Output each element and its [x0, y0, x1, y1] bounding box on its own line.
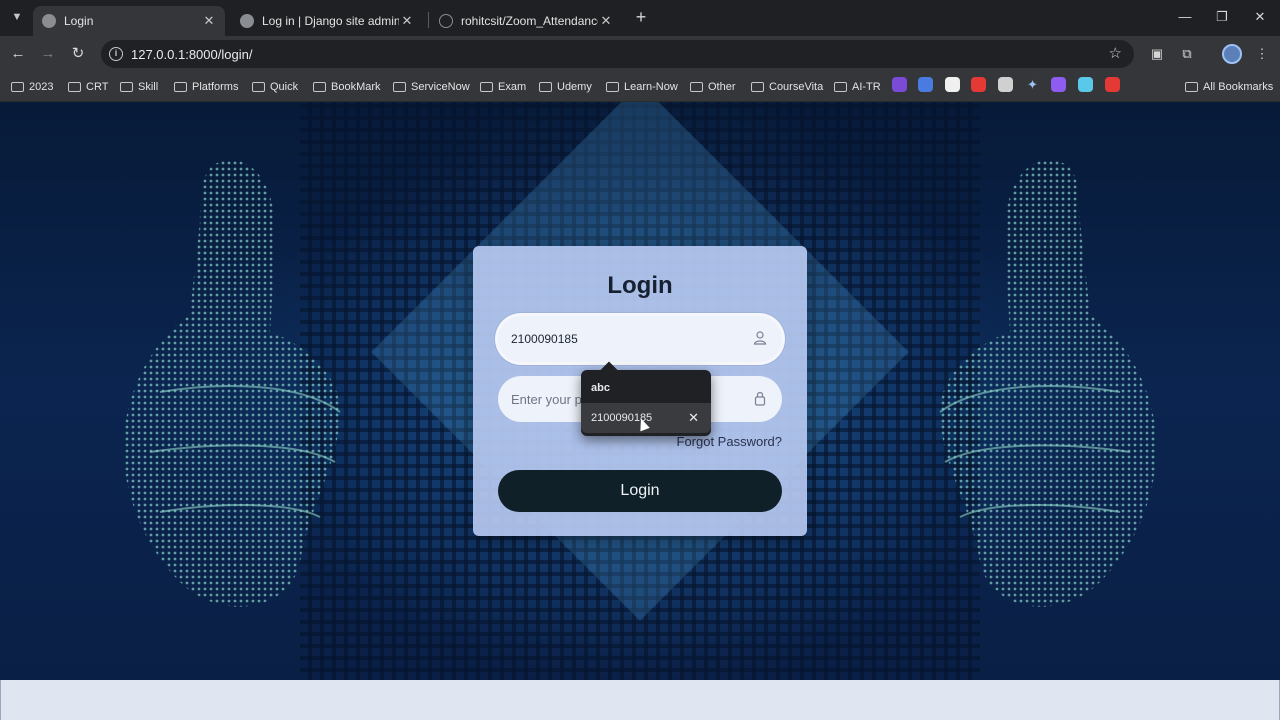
youtube-bookmark-icon[interactable] — [971, 77, 986, 92]
profile-avatar[interactable] — [1222, 44, 1242, 64]
folder-icon — [313, 82, 326, 92]
bookmark-folder[interactable]: 2023 — [11, 79, 53, 95]
extensions-icon[interactable]: ⧉ — [1178, 45, 1196, 63]
folder-icon — [539, 82, 552, 92]
openai-bookmark-icon[interactable] — [998, 77, 1013, 92]
lock-icon — [754, 392, 766, 406]
tab-title: Log in | Django site admin — [262, 14, 399, 28]
folder-icon — [480, 82, 493, 92]
right-hand-graphic — [920, 142, 1180, 642]
folder-icon — [690, 82, 703, 92]
bookmark-folder[interactable]: CourseVita — [751, 79, 823, 95]
tab-github-repo[interactable]: rohitcsit/Zoom_Attendance_Tra ✕ — [430, 6, 622, 36]
bookmark-label: Platforms — [192, 81, 239, 93]
bookmark-folder[interactable]: Skill — [120, 79, 158, 95]
delete-entry-icon[interactable]: ✕ — [688, 403, 699, 433]
bookmark-label: 2023 — [29, 81, 54, 93]
bookmark-label: CRT — [86, 81, 109, 93]
tab-divider — [428, 12, 429, 28]
username-value: 2100090185 — [511, 332, 578, 346]
tab-strip: ▼ Login ✕ Log in | Django site admin ✕ r… — [0, 0, 1280, 36]
folder-icon — [751, 82, 764, 92]
extension-bookmark-icon[interactable] — [892, 77, 907, 92]
bolt-bookmark-icon[interactable] — [1051, 77, 1066, 92]
bookmark-label: Quick — [270, 81, 299, 93]
folder-icon — [834, 82, 847, 92]
sidepanel-icon[interactable]: ▣ — [1148, 45, 1166, 63]
bookmark-folder[interactable]: CRT — [68, 79, 108, 95]
bookmark-label: Exam — [498, 81, 527, 93]
bookmark-label: Udemy — [557, 81, 592, 93]
forward-icon[interactable]: → — [38, 44, 58, 64]
bookmark-folder[interactable]: Platforms — [174, 79, 238, 95]
gemini-bookmark-icon[interactable]: ✦ — [1025, 77, 1040, 92]
autofill-option[interactable]: abc — [581, 373, 711, 403]
left-hand-graphic — [100, 142, 360, 642]
tab-django-admin[interactable]: Log in | Django site admin ✕ — [231, 6, 423, 36]
close-tab-icon[interactable]: ✕ — [201, 13, 217, 29]
close-tab-icon[interactable]: ✕ — [598, 13, 614, 29]
folder-icon — [174, 82, 187, 92]
red-bookmark-icon[interactable] — [1105, 77, 1120, 92]
all-bookmarks-folder[interactable]: All Bookmarks — [1185, 79, 1273, 95]
bookmark-folder[interactable]: Exam — [480, 79, 526, 95]
user-icon — [753, 331, 767, 345]
folder-icon — [393, 82, 406, 92]
globe-icon — [42, 14, 56, 28]
bookmark-folder[interactable]: Quick — [252, 79, 298, 95]
bottom-strip — [0, 680, 1280, 720]
globe-icon — [240, 14, 254, 28]
restore-icon[interactable]: ❐ — [1211, 9, 1233, 27]
folder-icon — [1185, 82, 1198, 92]
close-window-icon[interactable]: ✕ — [1249, 9, 1271, 27]
username-field[interactable]: 2100090185 — [498, 316, 782, 362]
bookmark-label: AI-TR — [852, 81, 881, 93]
forgot-password-link[interactable]: Forgot Password? — [677, 434, 783, 449]
bookmark-folder[interactable]: AI-TR — [834, 79, 881, 95]
new-tab-icon[interactable]: + — [632, 8, 650, 26]
folder-icon — [68, 82, 81, 92]
folder-icon — [120, 82, 133, 92]
translate-bookmark-icon[interactable] — [918, 77, 933, 92]
bookmark-star-icon[interactable]: ☆ — [1109, 44, 1122, 62]
url-text: 127.0.0.1:8000/login/ — [131, 47, 253, 62]
back-icon[interactable]: ← — [8, 44, 28, 64]
github-icon — [439, 14, 453, 28]
edge-bookmark-icon[interactable] — [1078, 77, 1093, 92]
address-bar[interactable]: i 127.0.0.1:8000/login/ ☆ — [101, 40, 1134, 68]
close-tab-icon[interactable]: ✕ — [399, 13, 415, 29]
bookmark-folder[interactable]: Learn-Now — [606, 79, 678, 95]
bookmark-label: BookMark — [331, 81, 381, 93]
bookmark-label: Skill — [138, 81, 159, 93]
bookmark-folder[interactable]: ServiceNow — [393, 79, 470, 95]
bookmark-label: Other — [708, 81, 736, 93]
tab-login[interactable]: Login ✕ — [33, 6, 225, 36]
chatgpt-bookmark-icon[interactable] — [945, 77, 960, 92]
reload-icon[interactable]: ↻ — [68, 44, 88, 64]
folder-icon — [11, 82, 24, 92]
password-placeholder: Enter your p — [511, 392, 582, 407]
bookmark-label: Learn-Now — [624, 81, 678, 93]
site-info-icon[interactable]: i — [109, 47, 123, 61]
login-title: Login — [607, 272, 673, 299]
bookmark-label: All Bookmarks — [1203, 81, 1274, 93]
login-button[interactable]: Login — [498, 470, 782, 512]
browser-toolbar: ← → ↻ i 127.0.0.1:8000/login/ ☆ ▣ ⧉ ⋮ — [0, 36, 1280, 72]
folder-icon — [606, 82, 619, 92]
bookmark-label: CourseVita — [769, 81, 824, 93]
tab-title: rohitcsit/Zoom_Attendance_Tra — [461, 14, 598, 28]
menu-icon[interactable]: ⋮ — [1253, 45, 1271, 63]
bookmark-folder[interactable]: Udemy — [539, 79, 592, 95]
tab-search-icon[interactable]: ▼ — [7, 7, 27, 27]
bookmark-label: ServiceNow — [411, 81, 470, 93]
bookmark-folder[interactable]: Other — [690, 79, 736, 95]
bookmark-folder[interactable]: BookMark — [313, 79, 381, 95]
folder-icon — [252, 82, 265, 92]
tab-title: Login — [64, 14, 94, 28]
minimize-icon[interactable]: — — [1174, 9, 1196, 27]
